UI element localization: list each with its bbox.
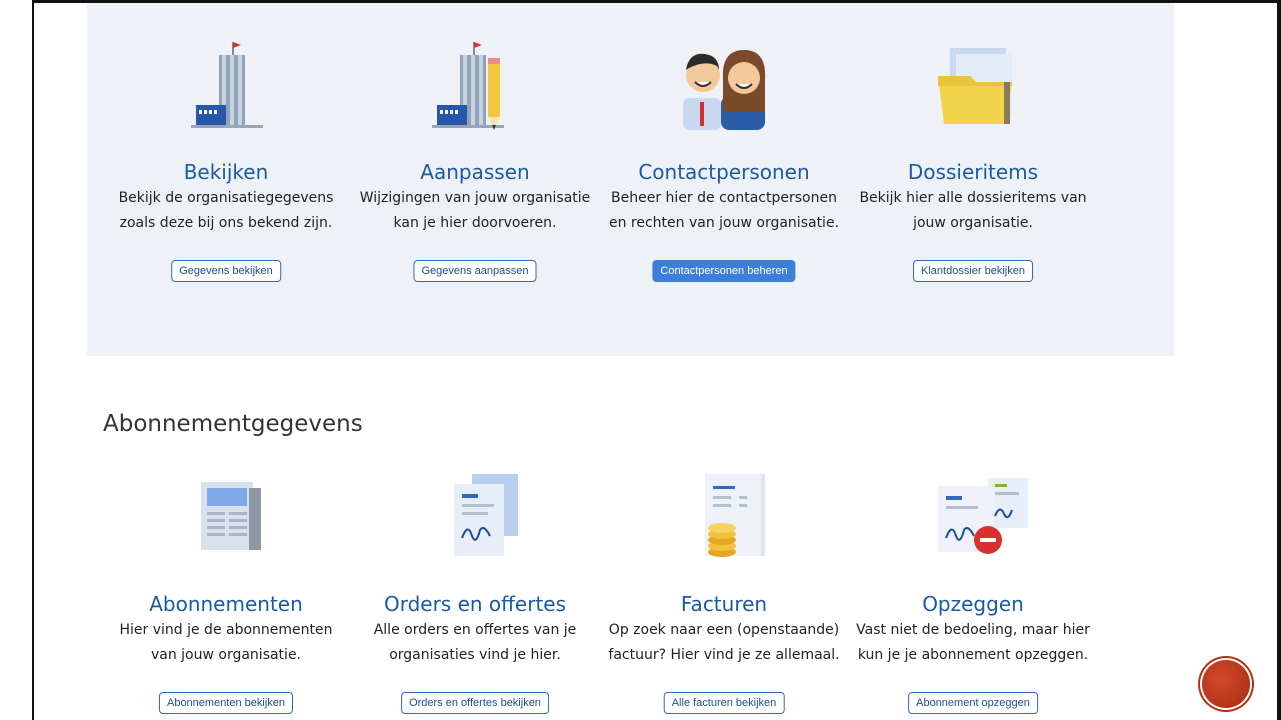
card-description: Hier vind je de abonnementen van jouw or… [119, 622, 333, 663]
card-opzeggen: Opzeggen Vast niet de bedoeling, maar hi… [843, 0, 1103, 720]
card-orders-en-offertes: Orders en offertes Alle orders en offert… [345, 0, 605, 720]
signed-document-icon [410, 466, 540, 566]
card-description: Alle orders en offertes van je organisat… [373, 622, 577, 663]
invoice-coins-icon [659, 466, 789, 566]
cancel-document-icon [908, 466, 1038, 566]
abonnement-opzeggen-button[interactable]: Abonnement opzeggen [908, 692, 1038, 714]
card-abonnementen: Abonnementen Hier vind je de abonnemente… [96, 0, 356, 720]
orders-en-offertes-bekijken-button[interactable]: Orders en offertes bekijken [401, 692, 549, 714]
slide-frame-left [32, 0, 34, 720]
card-title: Facturen [680, 592, 768, 616]
card-description: Op zoek naar een (openstaande) factuur? … [608, 622, 840, 663]
abonnementen-bekijken-button[interactable]: Abonnementen bekijken [158, 692, 294, 714]
card-title: Orders en offertes [383, 592, 567, 616]
card-facturen: Facturen Op zoek naar een (openstaande) … [594, 0, 854, 720]
presentation-logo-icon [1202, 660, 1250, 708]
newspaper-icon [161, 466, 291, 566]
card-title: Opzeggen [922, 592, 1024, 616]
slide-frame-right [1277, 0, 1281, 720]
card-description: Vast niet de bedoeling, maar hier kun je… [856, 622, 1090, 663]
card-title: Abonnementen [149, 592, 303, 616]
alle-facturen-bekijken-button[interactable]: Alle facturen bekijken [663, 692, 785, 714]
